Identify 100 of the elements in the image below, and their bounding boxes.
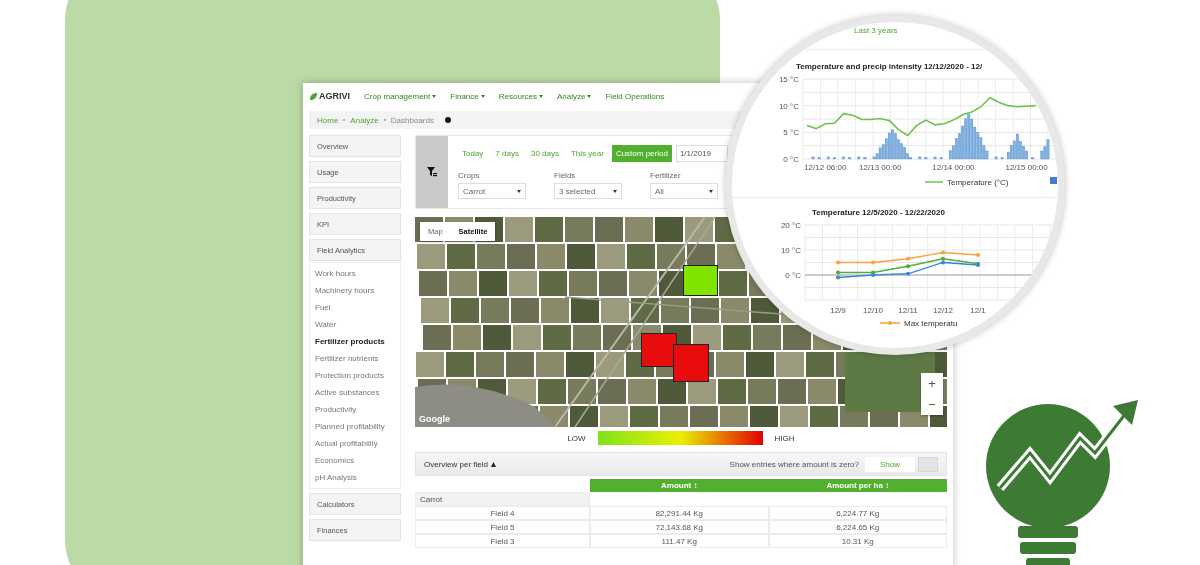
zoom-out-button[interactable]: − xyxy=(921,394,943,415)
submenu-item[interactable]: Planned profitability xyxy=(310,418,400,435)
toggle-segment[interactable] xyxy=(918,456,938,472)
table-cell: 72,143.68 Kg xyxy=(590,520,769,534)
breadcrumb-link[interactable]: Home xyxy=(317,115,339,125)
nav-link[interactable]: Finance xyxy=(450,91,485,101)
precipitation-bar xyxy=(1000,157,1004,160)
nav-link[interactable]: Resources xyxy=(498,91,543,101)
submenu-item[interactable]: Productivity xyxy=(310,401,400,418)
period-tab[interactable]: Custom period xyxy=(611,145,672,162)
dropdown-select[interactable]: All xyxy=(650,183,718,199)
precipitation-bar xyxy=(994,156,998,160)
map-provider-logo: Google xyxy=(419,414,450,424)
x-tick-label: 12/12 xyxy=(933,306,953,315)
caret-icon xyxy=(709,189,713,193)
submenu-item[interactable]: Machinery hours xyxy=(310,282,400,299)
breadcrumb-link[interactable]: Analyze xyxy=(350,115,379,125)
caret-icon xyxy=(480,94,485,98)
legend-swatch xyxy=(1050,177,1057,184)
table-cell: Field 4 xyxy=(415,506,590,520)
leaf-icon xyxy=(309,91,318,101)
period-caption: Last 3 years xyxy=(854,26,899,35)
precipitation-bar xyxy=(833,157,836,160)
legend-label: Temperature (°C) xyxy=(947,178,1009,187)
submenu-item[interactable]: Economics xyxy=(310,452,400,469)
chart-title: Temperature and precip intensity 12/12/2020 - 12/ xyxy=(796,62,984,71)
caret-icon xyxy=(517,189,521,193)
precipitation-bar xyxy=(817,157,821,160)
nav-link[interactable]: Analyze xyxy=(557,91,592,101)
table-cell: 10.31 Kg xyxy=(768,534,947,548)
x-tick-label: 12/10 xyxy=(863,306,883,315)
zero-entries-prompt: Show entries where amount is zero? xyxy=(729,459,859,469)
y-tick-label: 15 °C xyxy=(778,75,799,84)
precipitation-bar xyxy=(811,156,815,160)
x-tick-label: 12/13 00:00 xyxy=(859,163,902,172)
field-area[interactable] xyxy=(641,333,677,367)
legend-line xyxy=(924,181,944,183)
column-header[interactable]: Amount ↕ xyxy=(590,479,769,492)
precipitation-bar xyxy=(924,157,928,160)
legend-low-label: LOW xyxy=(567,433,586,443)
select-label: Fertilizer xyxy=(650,171,682,180)
legend-marker xyxy=(879,321,901,325)
precipitation-bar xyxy=(827,156,830,160)
submenu-item[interactable]: Active substances xyxy=(310,384,400,401)
period-tab[interactable]: 7 days xyxy=(491,145,523,162)
info-icon[interactable] xyxy=(444,117,451,123)
period-tab[interactable]: Today xyxy=(458,145,488,162)
chart-title: Temperature 12/5/2020 - 12/22/2020 xyxy=(812,208,946,217)
submenu-item[interactable]: pH Analysis xyxy=(310,469,400,486)
legend-label: Max temperatu xyxy=(904,319,958,328)
select-label: Fields xyxy=(554,171,577,180)
nav-link[interactable]: Crop management xyxy=(364,91,437,101)
show-button[interactable]: Show xyxy=(865,456,915,472)
submenu-item[interactable]: Actual profitability xyxy=(310,435,400,452)
group-cell: Carrot xyxy=(415,492,590,506)
submenu-item[interactable]: Fuel xyxy=(310,299,400,316)
filter-icon xyxy=(427,167,437,177)
table-cell: 82,291.44 Kg xyxy=(590,506,769,520)
submenu-item[interactable]: Protection products xyxy=(310,367,400,384)
precipitation-bar xyxy=(933,156,937,160)
period-tab[interactable]: This year xyxy=(566,145,608,162)
precipitation-bar xyxy=(842,156,845,160)
field-area[interactable] xyxy=(683,265,718,296)
caret-icon xyxy=(539,94,543,98)
column-header[interactable]: Amount per ha ↕ xyxy=(768,479,947,492)
dropdown-select[interactable]: Carrot xyxy=(458,183,526,199)
nav-link[interactable]: Field Operations xyxy=(605,91,665,101)
legend-high-label: HIGH xyxy=(774,433,795,443)
x-tick-label: 12/11 xyxy=(898,306,918,315)
date-field[interactable]: 1/1/2019 xyxy=(675,145,728,162)
submenu-item[interactable]: Fertilizer nutrients xyxy=(310,350,400,367)
period-tab[interactable]: 30 days xyxy=(526,145,563,162)
y-tick-label: 5 °C xyxy=(783,128,799,138)
breadcrumb-link[interactable]: Dashboards xyxy=(390,115,434,125)
field-area[interactable] xyxy=(673,344,709,382)
drop-icon[interactable] xyxy=(491,461,497,467)
precipitation-bar xyxy=(1031,157,1035,160)
table-cell: Field 5 xyxy=(415,520,590,534)
caret-icon xyxy=(587,94,592,98)
submenu-item[interactable]: Work hours xyxy=(310,265,400,282)
precipitation-bar xyxy=(848,157,852,160)
y-tick-label: 0 °C xyxy=(783,155,799,164)
x-tick-label: 12/1 xyxy=(970,306,986,315)
y-tick-label: 20 °C xyxy=(780,221,801,230)
x-tick-label: 12/15 00:00 xyxy=(1005,163,1048,172)
dropdown-select[interactable]: 3 selected xyxy=(554,183,622,199)
x-tick-label: 12/12 06:00 xyxy=(804,163,847,172)
caret-icon xyxy=(613,189,617,193)
caret-icon xyxy=(432,94,437,98)
table-cell: Field 3 xyxy=(415,534,590,548)
table-cell: 111.47 Kg xyxy=(590,534,769,548)
table-cell: 6,224.77 Kg xyxy=(768,506,947,520)
submenu-item[interactable]: Water xyxy=(310,316,400,333)
x-tick-label: 12/14 00:00 xyxy=(932,163,975,172)
precipitation-bar xyxy=(857,156,861,160)
zoom-in-button[interactable]: + xyxy=(921,373,943,394)
submenu-item[interactable]: Fertilizer products xyxy=(310,333,400,350)
y-tick-label: 10 °C xyxy=(780,246,801,255)
x-tick-label: 12/9 xyxy=(830,306,846,315)
logo-text: AGRIVI xyxy=(319,91,350,101)
